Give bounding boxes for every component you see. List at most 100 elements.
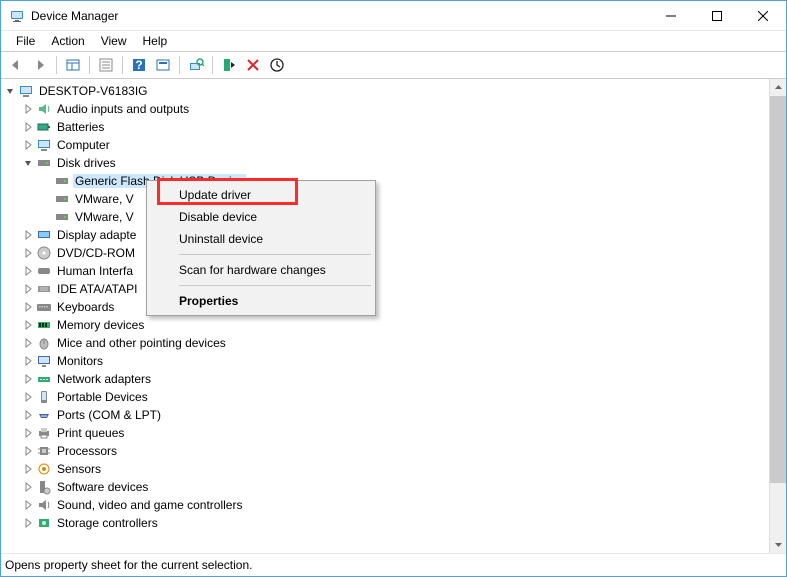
back-button[interactable]	[5, 54, 27, 76]
tree-node-ide[interactable]: IDE ATA/ATAPI	[19, 280, 769, 298]
tree-node-keyboards[interactable]: Keyboards	[19, 298, 769, 316]
storage-icon	[36, 515, 52, 531]
expand-icon[interactable]	[21, 372, 35, 386]
dvd-icon	[36, 245, 52, 261]
scan-hardware-button[interactable]	[185, 54, 207, 76]
tree-node-mice[interactable]: Mice and other pointing devices	[19, 334, 769, 352]
expand-icon[interactable]	[21, 138, 35, 152]
device-tree[interactable]: DESKTOP-V6183IG Audio inputs and outputs…	[1, 79, 769, 553]
scroll-down-button[interactable]	[770, 536, 786, 553]
tree-node-network[interactable]: Network adapters	[19, 370, 769, 388]
update-driver-button[interactable]	[266, 54, 288, 76]
tree-node-software[interactable]: Software devices	[19, 478, 769, 496]
minimize-button[interactable]	[648, 1, 694, 30]
sensor-icon	[36, 461, 52, 477]
menu-help[interactable]: Help	[135, 32, 176, 50]
port-icon	[36, 407, 52, 423]
enable-button[interactable]	[218, 54, 240, 76]
tree-node-processors[interactable]: Processors	[19, 442, 769, 460]
tree-node-sound[interactable]: Sound, video and game controllers	[19, 496, 769, 514]
expand-icon[interactable]	[21, 480, 35, 494]
expand-icon[interactable]	[21, 462, 35, 476]
expand-icon[interactable]	[21, 390, 35, 404]
forward-button[interactable]	[29, 54, 51, 76]
ctx-properties[interactable]: Properties	[149, 290, 373, 312]
ctx-update-driver[interactable]: Update driver	[149, 184, 373, 206]
expand-icon[interactable]	[21, 408, 35, 422]
menu-view[interactable]: View	[93, 32, 135, 50]
ctx-separator	[179, 285, 371, 286]
statusbar: Opens property sheet for the current sel…	[1, 554, 786, 576]
cpu-icon	[36, 443, 52, 459]
menu-file[interactable]: File	[8, 32, 43, 50]
context-menu: Update driver Disable device Uninstall d…	[146, 180, 376, 316]
sound-icon	[36, 497, 52, 513]
expand-icon[interactable]	[21, 444, 35, 458]
ctx-scan-hardware[interactable]: Scan for hardware changes	[149, 259, 373, 281]
root-node[interactable]: DESKTOP-V6183IG	[1, 82, 769, 100]
window-title: Device Manager	[31, 9, 118, 23]
tree-node-disk-drives[interactable]: Disk drives	[19, 154, 769, 172]
ide-icon	[36, 281, 52, 297]
monitor-icon	[36, 353, 52, 369]
ctx-separator	[179, 254, 371, 255]
tree-node-memory[interactable]: Memory devices	[19, 316, 769, 334]
expand-icon[interactable]	[21, 426, 35, 440]
properties-button[interactable]	[95, 54, 117, 76]
collapse-icon[interactable]	[3, 84, 17, 98]
expand-icon[interactable]	[21, 264, 35, 278]
tree-node-display[interactable]: Display adapte	[19, 226, 769, 244]
expand-icon[interactable]	[21, 516, 35, 530]
hid-icon	[36, 263, 52, 279]
expand-icon[interactable]	[21, 354, 35, 368]
expand-icon[interactable]	[21, 120, 35, 134]
expand-icon[interactable]	[21, 498, 35, 512]
expand-icon[interactable]	[21, 246, 35, 260]
app-icon	[9, 8, 25, 24]
tree-node-dvd[interactable]: DVD/CD-ROM	[19, 244, 769, 262]
keyboard-icon	[36, 299, 52, 315]
tree-node-ports[interactable]: Ports (COM & LPT)	[19, 406, 769, 424]
portable-icon	[36, 389, 52, 405]
tree-node-storage[interactable]: Storage controllers	[19, 514, 769, 532]
scroll-up-button[interactable]	[770, 79, 786, 96]
expand-icon[interactable]	[21, 318, 35, 332]
vertical-scrollbar[interactable]	[769, 79, 786, 553]
help-button[interactable]: ?	[128, 54, 150, 76]
mouse-icon	[36, 335, 52, 351]
show-hide-button[interactable]	[62, 54, 84, 76]
uninstall-button[interactable]	[242, 54, 264, 76]
tree-node-print[interactable]: Print queues	[19, 424, 769, 442]
tree-node-computer[interactable]: Computer	[19, 136, 769, 154]
tree-node-sensors[interactable]: Sensors	[19, 460, 769, 478]
printer-icon	[36, 425, 52, 441]
disk-icon	[54, 173, 70, 189]
memory-icon	[36, 317, 52, 333]
disk-icon	[54, 191, 70, 207]
scroll-thumb[interactable]	[770, 96, 786, 483]
expand-icon[interactable]	[21, 228, 35, 242]
tree-node-monitors[interactable]: Monitors	[19, 352, 769, 370]
expand-icon[interactable]	[21, 336, 35, 350]
ctx-uninstall-device[interactable]: Uninstall device	[149, 228, 373, 250]
expand-icon[interactable]	[21, 282, 35, 296]
action-button[interactable]	[152, 54, 174, 76]
close-button[interactable]	[740, 1, 786, 30]
status-text: Opens property sheet for the current sel…	[5, 558, 252, 572]
expand-icon[interactable]	[21, 102, 35, 116]
collapse-icon[interactable]	[21, 156, 35, 170]
expand-icon[interactable]	[21, 300, 35, 314]
tree-node-audio[interactable]: Audio inputs and outputs	[19, 100, 769, 118]
battery-icon	[36, 119, 52, 135]
tree-node-batteries[interactable]: Batteries	[19, 118, 769, 136]
menubar: File Action View Help	[1, 31, 786, 51]
menu-action[interactable]: Action	[43, 32, 92, 50]
root-label: DESKTOP-V6183IG	[37, 84, 150, 98]
maximize-button[interactable]	[694, 1, 740, 30]
tree-node-portable[interactable]: Portable Devices	[19, 388, 769, 406]
tree-node-hid[interactable]: Human Interfa	[19, 262, 769, 280]
disk-icon	[54, 209, 70, 225]
scroll-track[interactable]	[770, 96, 786, 536]
computer-icon	[18, 83, 34, 99]
ctx-disable-device[interactable]: Disable device	[149, 206, 373, 228]
